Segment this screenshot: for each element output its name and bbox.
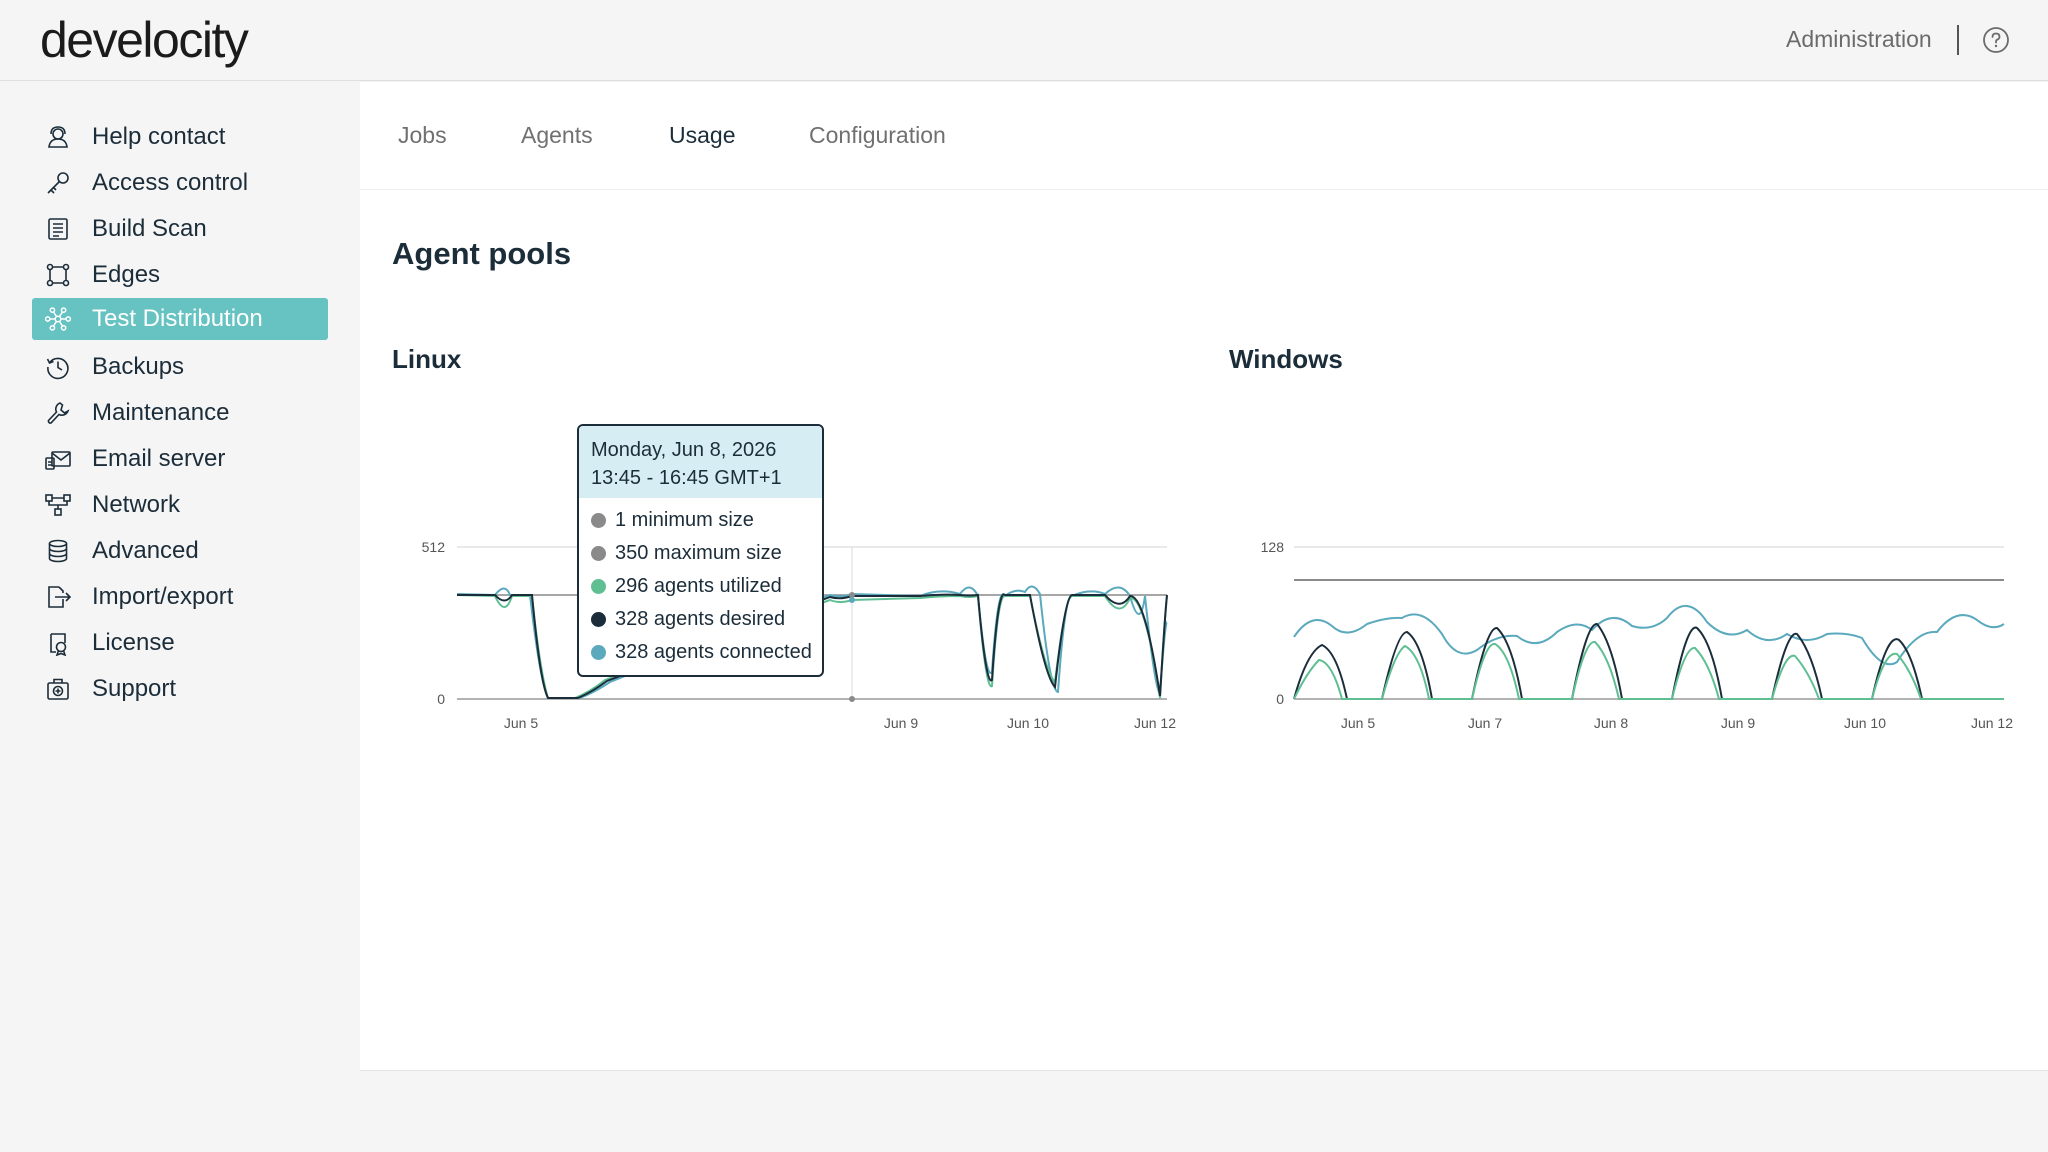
tab-jobs[interactable]: Jobs	[398, 122, 447, 149]
sidebar-item-help-contact[interactable]: Help contact	[32, 116, 328, 158]
sidebar-item-label: Help contact	[92, 123, 226, 150]
tooltip-row-text: 296 agents utilized	[615, 575, 782, 597]
y-tick-label: 0	[1276, 691, 1284, 707]
hover-point-minimum	[849, 696, 855, 702]
sidebar-item-label: Email server	[92, 445, 226, 472]
network-icon	[44, 491, 72, 519]
legend-dot-icon	[591, 579, 606, 594]
sidebar-item-label: Advanced	[92, 537, 199, 564]
sidebar-item-test-distribution[interactable]: Test Distribution	[32, 298, 328, 340]
content-bottom-border	[360, 1070, 2048, 1071]
sidebar-item-label: Network	[92, 491, 181, 518]
x-tick-label: Jun 5	[504, 715, 538, 731]
administration-link[interactable]: Administration	[1786, 26, 1932, 53]
y-tick-label: 128	[1261, 539, 1285, 555]
tab-agents[interactable]: Agents	[521, 122, 593, 149]
sidebar-item-label: Support	[92, 675, 177, 702]
x-tick-label: Jun 9	[884, 715, 918, 731]
import-export-icon	[44, 583, 72, 611]
sidebar-item-license[interactable]: License	[32, 622, 328, 664]
tooltip-row-text: 350 maximum size	[615, 542, 782, 564]
edges-icon	[44, 261, 72, 289]
sidebar-item-network[interactable]: Network	[32, 484, 328, 526]
y-tick-label: 0	[437, 691, 445, 707]
sidebar-item-label: Backups	[92, 353, 185, 380]
x-tick-label: Jun 12	[1971, 715, 2013, 731]
tab-usage[interactable]: Usage	[669, 122, 735, 149]
tooltip-row-desired: 328 agents desired	[579, 603, 822, 636]
legend-dot-icon	[591, 645, 606, 660]
tooltip-date: Monday, Jun 8, 2026	[591, 439, 777, 461]
sidebar-item-label: Build Scan	[92, 215, 207, 242]
license-icon	[44, 629, 72, 657]
sidebar-item-build-scan[interactable]: Build Scan	[32, 208, 328, 250]
windows-pool-title: Windows	[1229, 344, 1343, 374]
x-tick-label: Jun 9	[1721, 715, 1755, 731]
sidebar-item-edges[interactable]: Edges	[32, 254, 328, 296]
x-tick-label: Jun 10	[1844, 715, 1886, 731]
legend-dot-icon	[591, 513, 606, 528]
sidebar-item-support[interactable]: Support	[32, 668, 328, 710]
sidebar-item-label: Test Distribution	[92, 305, 263, 332]
page-title: Agent pools	[392, 236, 572, 271]
tab-configuration[interactable]: Configuration	[809, 122, 946, 149]
top-bar: develocity Administration	[0, 0, 2048, 81]
x-tick-label: Jun 8	[1594, 715, 1628, 731]
tooltip-row-text: 328 agents desired	[615, 608, 786, 630]
tooltip-row-text: 328 agents connected	[615, 641, 812, 663]
key-icon	[44, 169, 72, 197]
tooltip-row-utilized: 296 agents utilized	[579, 570, 822, 603]
y-tick-label: 512	[422, 539, 446, 555]
sidebar-item-label: Import/export	[92, 583, 234, 610]
x-tick-label: Jun 10	[1007, 715, 1049, 731]
legend-dot-icon	[591, 546, 606, 561]
tooltip-time-range: 13:45 - 16:45 GMT+1	[591, 467, 782, 489]
tooltip-row-connected: 328 agents connected	[579, 636, 822, 669]
sidebar-item-label: Access control	[92, 169, 249, 196]
tooltip-row-maximum: 350 maximum size	[579, 537, 822, 570]
x-tick-label: Jun 12	[1134, 715, 1176, 731]
wrench-icon	[44, 399, 72, 427]
distribution-icon	[44, 305, 72, 333]
tooltip-row-text: 1 minimum size	[615, 509, 754, 531]
list-icon	[44, 215, 72, 243]
database-icon	[44, 537, 72, 565]
sidebar-item-email-server[interactable]: Email server	[32, 438, 328, 480]
tooltip-header: Monday, Jun 8, 2026 13:45 - 16:45 GMT+1	[579, 426, 822, 498]
hover-point-connected	[849, 597, 855, 603]
x-tick-label: Jun 5	[1341, 715, 1375, 731]
linux-pool-title: Linux	[392, 344, 462, 374]
series-agents-utilized	[1293, 641, 2004, 700]
legend-dot-icon	[591, 612, 606, 627]
email-icon	[44, 445, 72, 473]
x-tick-label: Jun 7	[1468, 715, 1502, 731]
header-divider	[1957, 25, 1959, 55]
develocity-logo[interactable]: develocity	[40, 12, 249, 68]
sidebar-item-label: Edges	[92, 261, 161, 288]
sidebar-item-maintenance[interactable]: Maintenance	[32, 392, 328, 434]
sidebar-item-import-export[interactable]: Import/export	[32, 576, 328, 618]
tooltip-row-minimum: 1 minimum size	[579, 504, 822, 537]
help-icon[interactable]	[1982, 26, 2010, 54]
support-icon	[44, 675, 72, 703]
chart-tooltip: Monday, Jun 8, 2026 13:45 - 16:45 GMT+1 …	[577, 424, 824, 677]
sidebar-item-access-control[interactable]: Access control	[32, 162, 328, 204]
tab-bar: Jobs Agents Usage Configuration	[360, 82, 2048, 190]
sidebar-item-label: Maintenance	[92, 399, 230, 426]
sidebar-item-advanced[interactable]: Advanced	[32, 530, 328, 572]
history-icon	[44, 353, 72, 381]
sidebar-item-label: License	[92, 629, 175, 656]
windows-usage-chart[interactable]: 128 0 Jun 5 Jun 7 Jun 8 Jun 9 Jun 10 Jun…	[1237, 522, 2048, 752]
person-icon	[44, 123, 72, 151]
sidebar: Help contact Access control Build Scan E…	[0, 82, 360, 1152]
sidebar-item-backups[interactable]: Backups	[32, 346, 328, 388]
